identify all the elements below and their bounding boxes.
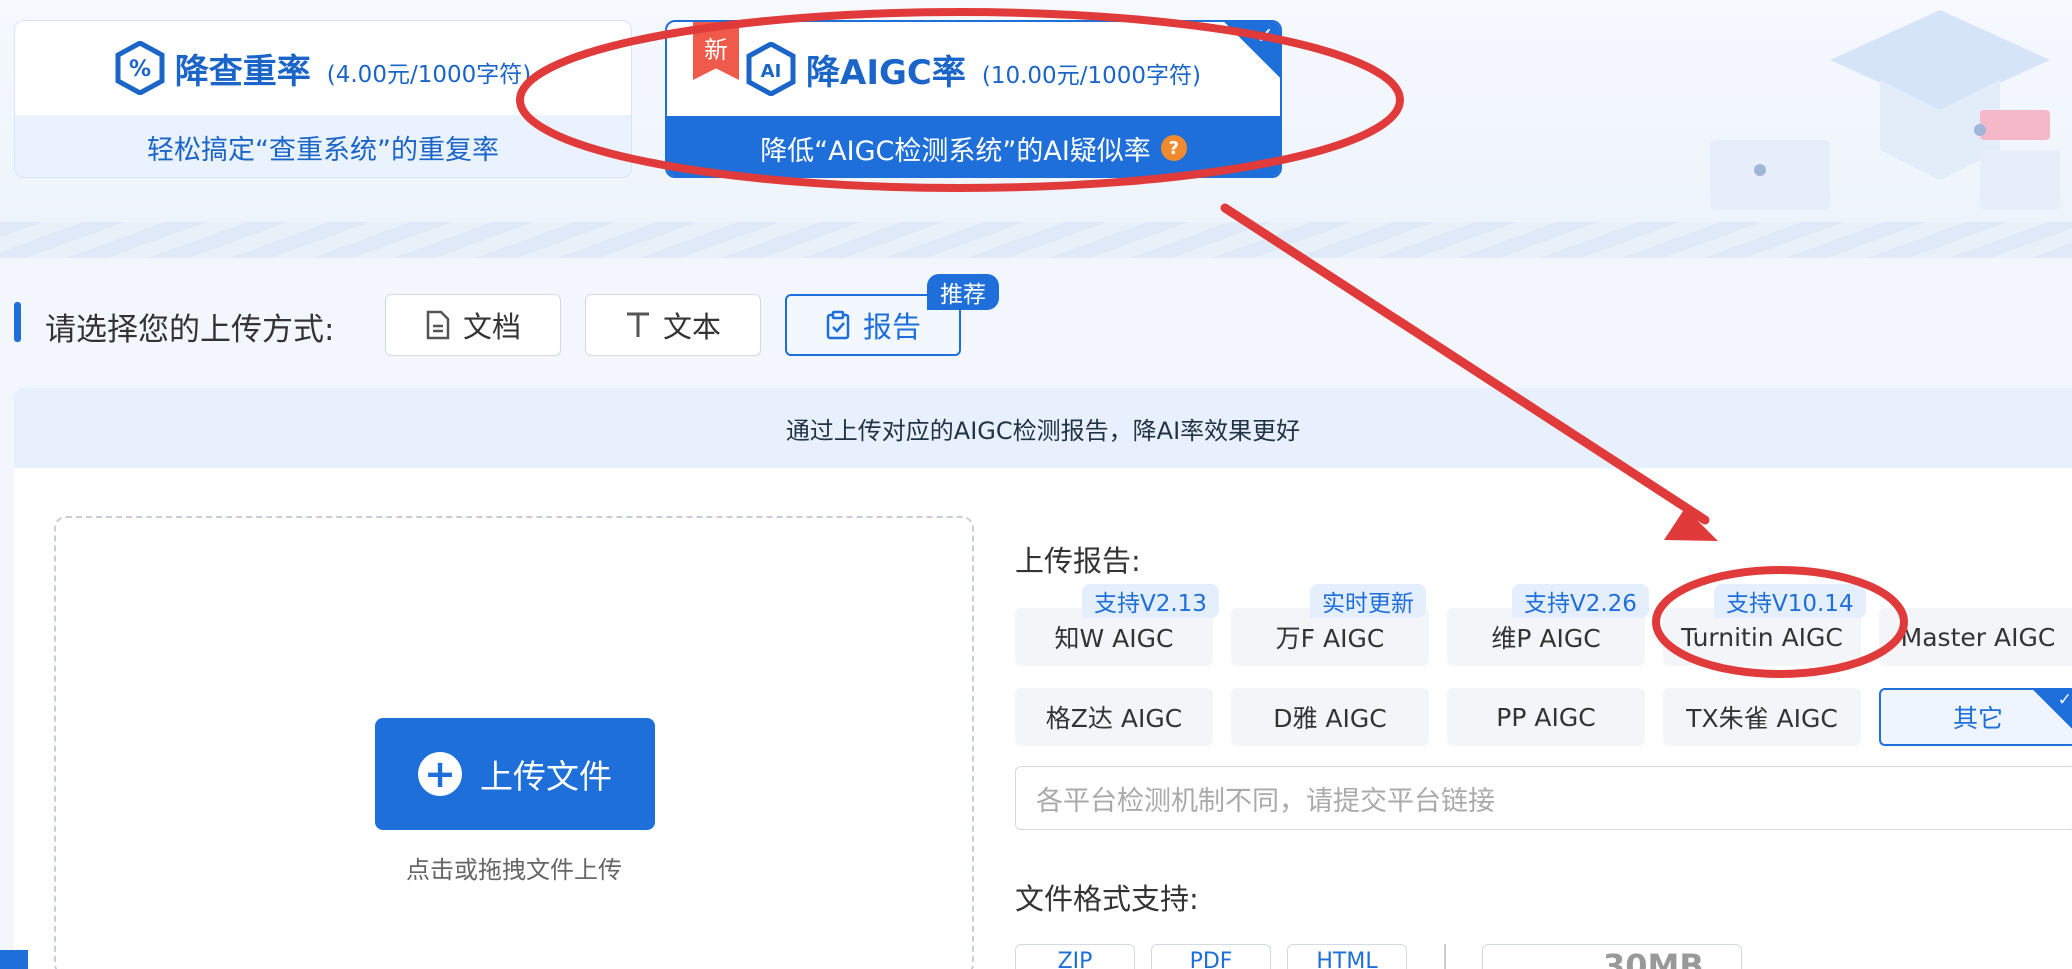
card-head: AI 降AIGC率 (10.00元/1000字符) xyxy=(667,22,1280,116)
selected-check-icon: ✓ xyxy=(1224,22,1280,78)
format-pdf: PDF xyxy=(1151,944,1271,969)
method-text-button[interactable]: 文本 xyxy=(585,294,761,356)
platform-chip-txzhuque[interactable]: TX朱雀 AIGC xyxy=(1663,688,1861,746)
version-tag: 支持V2.26 xyxy=(1512,584,1649,618)
report-label: 上传报告: xyxy=(1015,544,1141,578)
card-subtitle-text: 降低“AIGC检测系统”的AI疑似率 xyxy=(760,135,1151,167)
card-price: (10.00元/1000字符) xyxy=(981,63,1201,89)
platform-chip-dya[interactable]: D雅 AIGC xyxy=(1231,688,1429,746)
section-marker xyxy=(14,302,21,342)
upload-file-button[interactable]: + 上传文件 xyxy=(375,718,655,830)
link-placeholder: 各平台检测机制不同，请提交平台链接 xyxy=(1036,785,1495,817)
platform-chip-gezda[interactable]: 格Z达 AIGC xyxy=(1015,688,1213,746)
method-document-button[interactable]: 文档 xyxy=(385,294,561,356)
platform-chip-other[interactable]: 其它 ✓ xyxy=(1879,688,2072,746)
upload-panel: 通过上传对应的AIGC检测报告，降AI率效果更好 + 上传文件 点击或拖拽文件上… xyxy=(14,388,2072,969)
upload-method-label: 请选择您的上传方式: xyxy=(45,312,335,348)
divider xyxy=(1444,944,1446,969)
report-icon xyxy=(826,310,850,340)
plus-icon: + xyxy=(418,752,462,796)
upload-button-label: 上传文件 xyxy=(480,757,612,796)
card-head: % 降查重率 (4.00元/1000字符) xyxy=(15,21,631,115)
ai-badge-icon: AI xyxy=(746,42,796,96)
method-label: 文档 xyxy=(462,310,521,344)
decorative-stripe xyxy=(0,222,2072,258)
card-subtitle: 轻松搞定“查重系统”的重复率 xyxy=(15,115,631,177)
percent-badge-icon: % xyxy=(115,41,165,95)
platform-link-input[interactable]: 各平台检测机制不同，请提交平台链接 xyxy=(1015,766,2072,830)
selected-check-icon: ✓ xyxy=(2033,690,2072,732)
format-zip: ZIP xyxy=(1015,944,1135,969)
panel-banner: 通过上传对应的AIGC检测报告，降AI率效果更好 xyxy=(14,388,2072,468)
upload-method-row: 请选择您的上传方式: 文档 文本 报告 推荐 xyxy=(0,274,2072,360)
method-label: 文本 xyxy=(662,310,721,344)
card-title: 降AIGC率 xyxy=(806,52,966,93)
product-card-aigc[interactable]: 新 ✓ AI 降AIGC率 (10.00元/1000字符) 降低“AIGC检测系… xyxy=(665,20,1282,178)
card-title: 降查重率 xyxy=(174,51,311,92)
size-limit: 30MB xyxy=(1482,944,1742,969)
svg-text:AI: AI xyxy=(761,61,782,82)
card-subtitle: 降低“AIGC检测系统”的AI疑似率 ? xyxy=(667,116,1280,176)
platform-chip-pp[interactable]: PP AIGC xyxy=(1447,688,1645,746)
side-tab[interactable] xyxy=(0,950,28,969)
version-tag: 支持V2.13 xyxy=(1082,584,1219,618)
version-tag: 支持V10.14 xyxy=(1714,584,1866,618)
illustration-graduation-icon xyxy=(1710,10,2060,210)
svg-text:%: % xyxy=(129,57,151,82)
version-tag: 实时更新 xyxy=(1310,584,1426,618)
upload-hint: 点击或拖拽文件上传 xyxy=(406,856,622,884)
method-label: 报告 xyxy=(862,310,921,344)
document-icon xyxy=(426,310,450,340)
format-label: 文件格式支持: xyxy=(1015,882,1199,916)
recommended-badge: 推荐 xyxy=(927,274,999,310)
platform-chip-master[interactable]: Master AIGC xyxy=(1879,608,2072,666)
text-icon xyxy=(626,312,649,337)
file-drop-zone[interactable]: + 上传文件 点击或拖拽文件上传 xyxy=(54,516,974,969)
help-icon[interactable]: ? xyxy=(1160,135,1187,161)
product-card-plagiarism[interactable]: % 降查重率 (4.00元/1000字符) 轻松搞定“查重系统”的重复率 xyxy=(14,20,632,178)
card-price: (4.00元/1000字符) xyxy=(326,62,532,88)
format-html: HTML xyxy=(1287,944,1407,969)
